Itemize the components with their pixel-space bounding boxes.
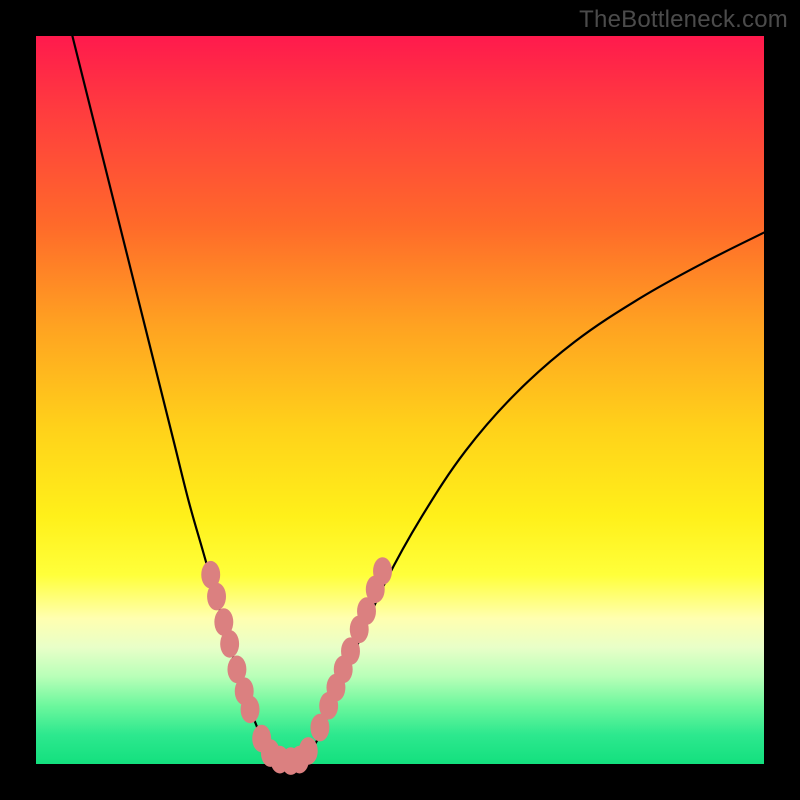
curve-right-branch: [305, 233, 764, 761]
chart-stage: TheBottleneck.com: [0, 0, 800, 800]
bead-marker: [207, 583, 226, 611]
curve-layer: [36, 36, 764, 764]
watermark-text: TheBottleneck.com: [579, 6, 788, 34]
bead-marker: [299, 737, 318, 765]
bead-marker: [220, 630, 239, 658]
plot-area: [36, 36, 764, 764]
bead-marker: [373, 557, 392, 585]
curve-left-branch: [72, 36, 276, 760]
bead-group: [201, 557, 392, 775]
bead-marker: [241, 696, 260, 724]
